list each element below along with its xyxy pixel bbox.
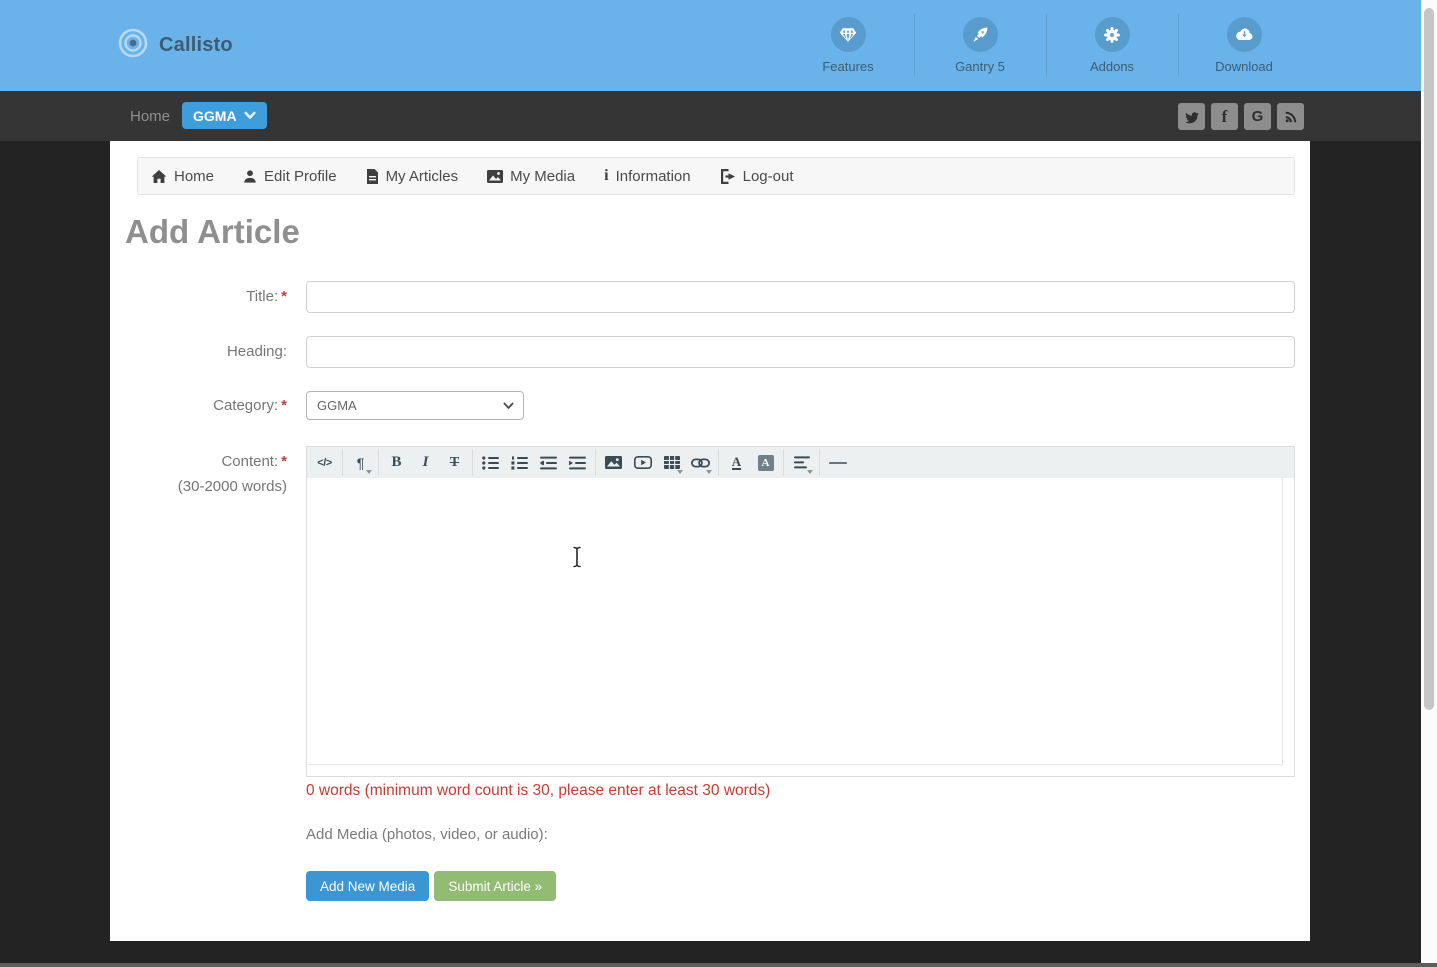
content-hint: (30-2000 words): [177, 478, 287, 495]
toolbar-separator: [783, 449, 784, 476]
header-divider: [1178, 14, 1179, 76]
content-label: Content: *: [221, 453, 287, 470]
outdent-icon[interactable]: [535, 449, 562, 476]
window-bottom-edge: [0, 963, 1437, 967]
nav-item-download[interactable]: Download: [1178, 0, 1310, 91]
nav-item-addons[interactable]: Addons: [1046, 0, 1178, 91]
nav-label: Features: [822, 59, 874, 74]
editor-toolbar: </> ¶ B I T A A: [307, 447, 1294, 478]
title-label: Title: *: [246, 288, 287, 305]
home-icon: [151, 169, 167, 183]
nav-label: Download: [1215, 59, 1273, 74]
google-icon[interactable]: G: [1244, 103, 1271, 130]
required-asterisk: *: [281, 397, 287, 414]
background-color-icon[interactable]: A: [752, 449, 779, 476]
italic-icon[interactable]: I: [412, 449, 439, 476]
category-label: Category: *: [213, 397, 287, 414]
menu-label: Log-out: [742, 167, 794, 185]
navbar-home-link[interactable]: Home: [130, 91, 170, 141]
content-editor: </> ¶ B I T A A: [306, 446, 1295, 777]
nav-item-gantry5[interactable]: Gantry 5: [914, 0, 1046, 91]
form-actions: Add New Media Submit Article »: [306, 871, 557, 901]
scrollbar-track[interactable]: [1421, 0, 1437, 967]
toolbar-separator: [819, 449, 820, 476]
toolbar-separator: [342, 449, 343, 476]
navbar-ggma-dropdown[interactable]: GGMA: [182, 102, 267, 129]
align-left-icon[interactable]: [788, 449, 815, 476]
chevron-down-icon: [243, 111, 256, 119]
rocket-icon: [962, 17, 998, 52]
strikethrough-icon[interactable]: T: [441, 449, 468, 476]
header-divider: [1046, 14, 1047, 76]
user-menubar: Home Edit Profile My Articles My Media i…: [137, 157, 1295, 195]
view-html-icon[interactable]: </>: [311, 449, 338, 476]
unordered-list-icon[interactable]: [477, 449, 504, 476]
text-color-icon[interactable]: A: [723, 449, 750, 476]
diamond-icon: [830, 17, 866, 52]
rss-icon[interactable]: [1277, 103, 1304, 130]
insert-video-icon[interactable]: [629, 449, 656, 476]
brand-logo[interactable]: Callisto: [118, 0, 233, 91]
nav-item-features[interactable]: Features: [782, 0, 914, 91]
add-new-media-button[interactable]: Add New Media: [306, 871, 430, 901]
nav-label: Addons: [1089, 59, 1135, 74]
header-divider: [914, 14, 915, 76]
title-input[interactable]: [306, 281, 1295, 313]
file-text-icon: [366, 168, 378, 184]
category-select[interactable]: GGMA: [306, 391, 524, 420]
menu-item-home[interactable]: Home: [151, 168, 214, 185]
bold-icon[interactable]: B: [383, 449, 410, 476]
category-select-wrap: GGMA: [306, 391, 524, 420]
page-title: Add Article: [125, 213, 300, 250]
brand-name: Callisto: [159, 34, 233, 56]
heading-input[interactable]: [306, 336, 1295, 368]
ordered-list-icon[interactable]: [506, 449, 533, 476]
required-asterisk: *: [281, 288, 287, 305]
main-navbar: Home GGMA f G: [0, 91, 1421, 141]
site-header: Callisto Features Gantry 5 Addons Downlo…: [0, 0, 1421, 91]
menu-label: My Media: [510, 167, 576, 185]
horizontal-rule-icon[interactable]: [824, 449, 851, 476]
required-asterisk: *: [281, 453, 287, 470]
menu-label: Home: [174, 167, 215, 185]
menu-label: Edit Profile: [264, 167, 337, 185]
heading-label: Heading:: [226, 343, 287, 360]
bullseye-logo-icon: [118, 28, 148, 63]
indent-icon[interactable]: [564, 449, 591, 476]
create-link-icon[interactable]: [687, 449, 714, 476]
social-links: f G: [1178, 103, 1304, 130]
menu-item-information[interactable]: i Information: [604, 168, 691, 185]
sign-out-icon: [720, 168, 735, 184]
nav-label: Gantry 5: [955, 59, 1005, 74]
content-card: Home Edit Profile My Articles My Media i…: [110, 141, 1310, 941]
image-icon: [487, 169, 504, 183]
info-icon: i: [604, 167, 609, 184]
dropdown-label: GGMA: [193, 107, 237, 124]
insert-image-icon[interactable]: [600, 449, 627, 476]
toolbar-separator: [718, 449, 719, 476]
gear-icon: [1094, 17, 1130, 52]
toolbar-separator: [472, 449, 473, 476]
toolbar-separator: [378, 449, 379, 476]
menu-label: Information: [615, 167, 691, 185]
twitter-icon[interactable]: [1178, 103, 1205, 130]
add-media-label: Add Media (photos, video, or audio):: [306, 826, 548, 843]
menu-item-logout[interactable]: Log-out: [720, 167, 794, 185]
editor-text-area[interactable]: [308, 478, 1283, 765]
word-count-warning: 0 words (minimum word count is 30, pleas…: [306, 782, 771, 799]
paragraph-format-icon[interactable]: ¶: [347, 449, 374, 476]
menu-item-my-media[interactable]: My Media: [487, 168, 575, 185]
user-icon: [244, 169, 256, 183]
scrollbar-thumb[interactable]: [1424, 8, 1434, 710]
toolbar-separator: [595, 449, 596, 476]
insert-table-icon[interactable]: [658, 449, 685, 476]
menu-item-my-articles[interactable]: My Articles: [366, 167, 459, 185]
text-cursor: [570, 546, 584, 573]
submit-article-button[interactable]: Submit Article »: [434, 871, 557, 901]
cloud-download-icon: [1226, 17, 1262, 52]
facebook-icon[interactable]: f: [1211, 103, 1238, 130]
menu-label: My Articles: [385, 167, 459, 185]
menu-item-edit-profile[interactable]: Edit Profile: [243, 168, 337, 185]
page: Callisto Features Gantry 5 Addons Downlo…: [0, 0, 1437, 967]
